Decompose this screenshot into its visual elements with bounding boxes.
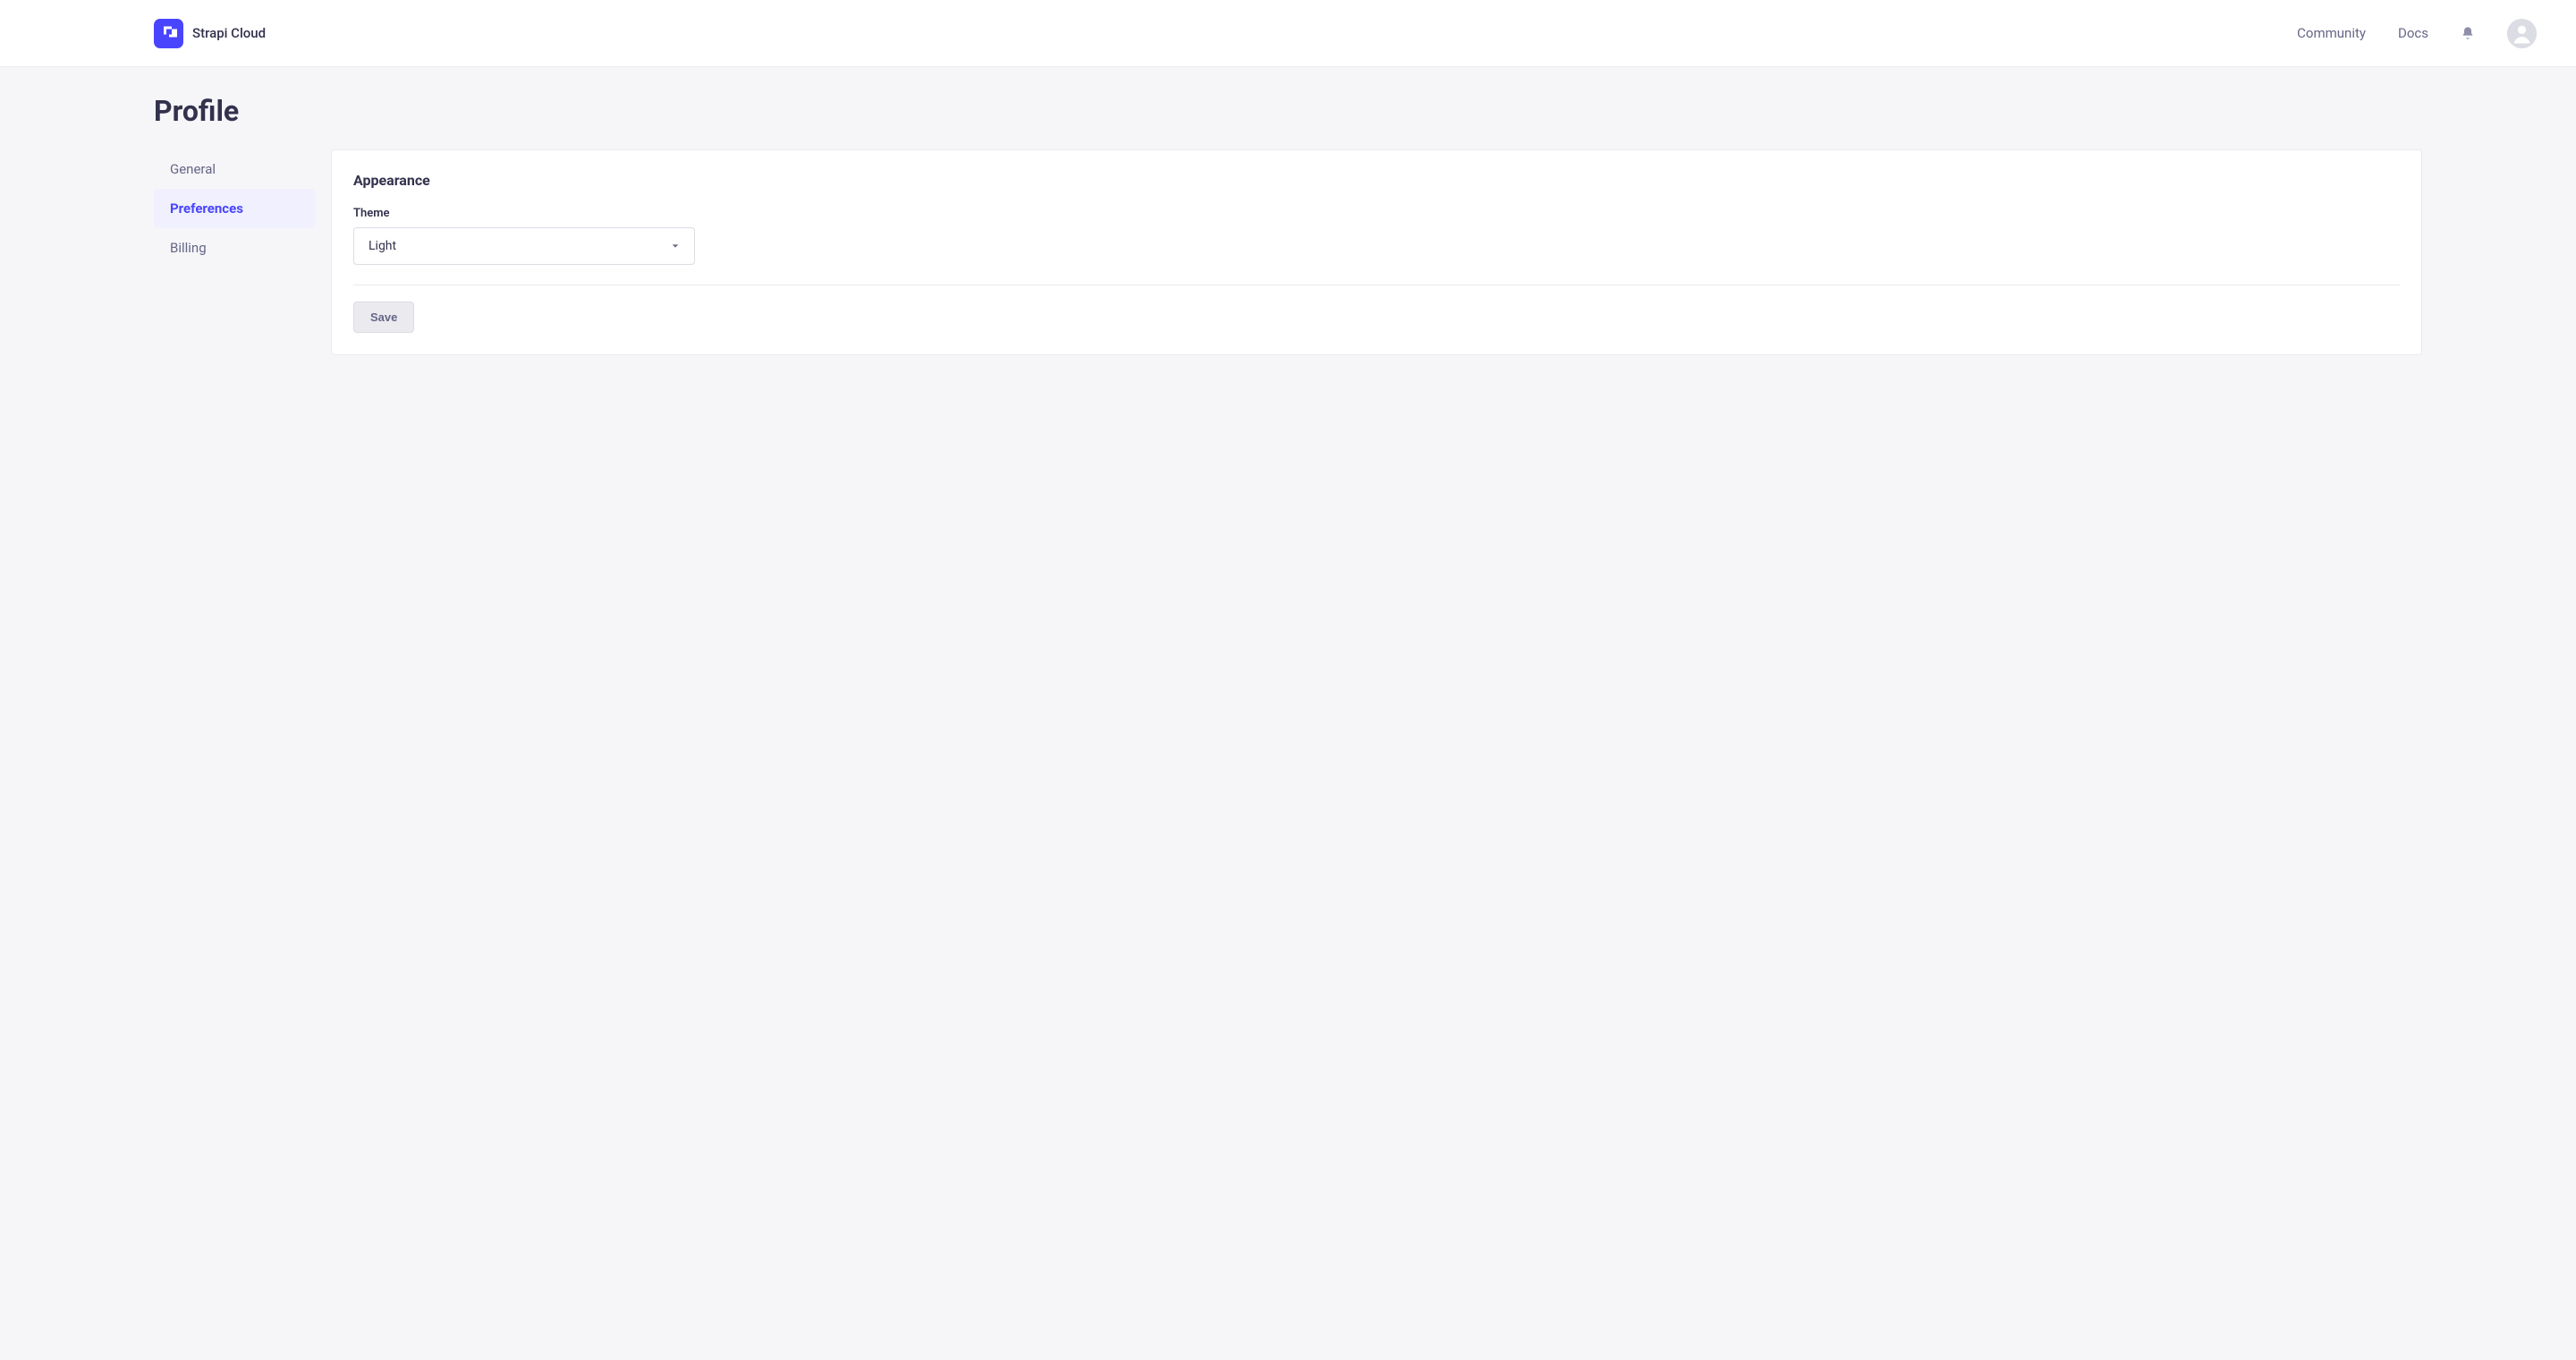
preferences-panel: Appearance Theme Light Save xyxy=(331,149,2422,355)
chevron-down-icon xyxy=(671,242,680,251)
section-title: Appearance xyxy=(353,172,2400,189)
sidebar-item-general[interactable]: General xyxy=(154,149,315,189)
page-title: Profile xyxy=(154,94,2422,128)
header-left: Strapi Cloud xyxy=(154,19,266,48)
sidebar-item-preferences[interactable]: Preferences xyxy=(154,189,315,228)
theme-label: Theme xyxy=(353,207,2400,220)
header-right: Community Docs xyxy=(2297,19,2537,48)
logo[interactable] xyxy=(154,19,183,48)
save-button[interactable]: Save xyxy=(353,302,414,333)
sidebar-item-billing[interactable]: Billing xyxy=(154,228,315,268)
theme-select[interactable]: Light xyxy=(353,227,695,265)
avatar[interactable] xyxy=(2507,19,2537,48)
header: Strapi Cloud Community Docs xyxy=(0,0,2576,67)
avatar-placeholder-icon xyxy=(2507,19,2537,48)
page: Profile General Preferences Billing Appe… xyxy=(0,67,2576,382)
nav-community[interactable]: Community xyxy=(2297,25,2366,41)
nav-docs[interactable]: Docs xyxy=(2398,25,2428,41)
content-layout: General Preferences Billing Appearance T… xyxy=(154,149,2422,355)
theme-select-wrapper: Light xyxy=(353,227,695,265)
sidebar: General Preferences Billing xyxy=(154,149,315,355)
bell-icon[interactable] xyxy=(2461,26,2475,40)
product-name: Strapi Cloud xyxy=(192,25,266,41)
strapi-logo-icon xyxy=(161,25,177,41)
theme-select-value: Light xyxy=(369,239,396,253)
